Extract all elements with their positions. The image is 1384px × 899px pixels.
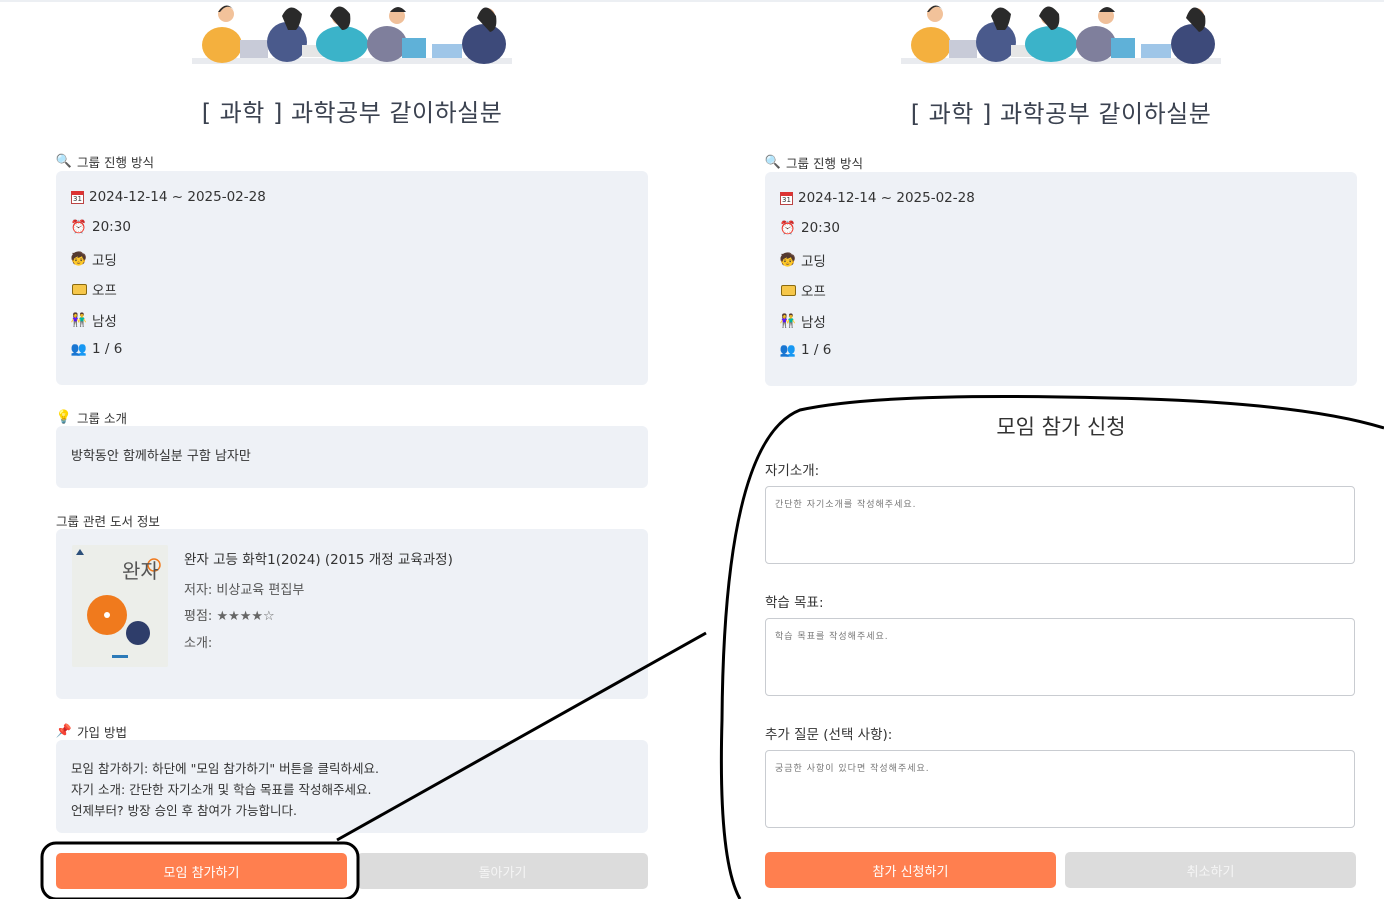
group-title: [ 과학 ] 과학공부 같이하실분	[201, 99, 503, 127]
date-value: 2024-12-14 ~ 2025-02-28	[89, 189, 266, 205]
submit-application-button[interactable]: 참가 신청하기	[765, 852, 1056, 888]
group-detail-panel: [ 과학 ] 과학공부 같이하실분 🔍 그룹 진행 방식 31 2024-12-…	[56, 0, 648, 899]
info-gender: 👫 남성	[779, 311, 826, 332]
section-label-text: 가입 방법	[77, 725, 127, 740]
folder-icon	[71, 281, 87, 297]
time-value: 20:30	[92, 219, 131, 235]
section-label-text: 그룹 소개	[77, 411, 127, 426]
book-cover-title: 완자	[122, 559, 159, 583]
info-mode: 오프	[71, 279, 117, 299]
book-box: 완자 완자 고등 화학1(2024) (2015 개정 교육과정) 저자: 비상…	[56, 529, 648, 699]
child-face-icon: 🧒	[779, 252, 797, 268]
extra-question-label: 추가 질문 (선택 사항):	[765, 727, 893, 743]
couple-icon: 👫	[779, 313, 797, 329]
gender-value: 남성	[801, 315, 826, 331]
group-title: [ 과학 ] 과학공부 같이하실분	[910, 100, 1212, 128]
mode-value: 오프	[92, 283, 117, 299]
couple-icon: 👫	[70, 312, 88, 328]
info-level: 🧒 고딩	[779, 250, 826, 271]
calendar-icon: 31	[780, 191, 793, 205]
calendar-icon: 31	[71, 190, 84, 204]
intro-text: 방학동안 함께하실분 구함 남자만	[71, 449, 251, 464]
goal-field-label: 학습 목표:	[765, 595, 824, 611]
members-value: 1 / 6	[801, 342, 832, 358]
section-label-join: 📌 가입 방법	[56, 722, 127, 741]
magnifier-icon: 🔍	[764, 155, 782, 170]
level-value: 고딩	[92, 253, 117, 269]
magnifier-icon: 🔍	[55, 154, 73, 169]
alarm-clock-icon: ⏰	[779, 220, 797, 236]
method-info-box: 31 2024-12-14 ~ 2025-02-28 ⏰ 20:30 🧒 고딩 …	[765, 172, 1357, 386]
join-step: 모임 참가하기: 하단에 "모임 참가하기" 버튼을 클릭하세요.	[71, 761, 380, 776]
info-time: ⏰ 20:30	[780, 220, 840, 236]
alarm-clock-icon: ⏰	[70, 219, 88, 235]
people-icon: 👥	[70, 341, 88, 357]
intro-field-label: 자기소개:	[765, 463, 820, 479]
intro-box: 방학동안 함께하실분 구함 남자만	[56, 426, 648, 488]
book-rating: 평점: ★★★★☆	[184, 605, 275, 624]
join-application-panel: [ 과학 ] 과학공부 같이하실분 🔍 그룹 진행 방식 31 2024-12-…	[765, 0, 1357, 899]
lightbulb-icon: 💡	[55, 410, 73, 425]
application-form-title: 모임 참가 신청	[996, 415, 1126, 439]
book-description: 소개:	[184, 636, 213, 651]
pushpin-icon: 📌	[55, 724, 73, 739]
info-members: 👥 1 / 6	[71, 341, 122, 357]
mode-value: 오프	[801, 284, 826, 300]
book-author: 저자: 비상교육 편집부	[184, 583, 305, 598]
method-info-box: 31 2024-12-14 ~ 2025-02-28 ⏰ 20:30 🧒 고딩 …	[56, 171, 648, 385]
extra-question-textarea[interactable]: 궁금한 사항이 있다면 작성해주세요.	[765, 750, 1355, 828]
info-gender: 👫 남성	[70, 310, 117, 331]
intro-placeholder: 간단한 자기소개를 작성해주세요.	[775, 500, 917, 510]
folder-icon	[780, 282, 796, 298]
join-group-button[interactable]: 모임 참가하기	[56, 853, 347, 889]
info-time: ⏰ 20:30	[71, 219, 131, 235]
info-date: 31 2024-12-14 ~ 2025-02-28	[780, 190, 975, 206]
child-face-icon: 🧒	[70, 251, 88, 267]
section-label-text: 그룹 진행 방식	[786, 156, 863, 171]
section-label-method: 🔍 그룹 진행 방식	[765, 153, 863, 172]
section-label-book: 그룹 관련 도서 정보	[56, 511, 160, 530]
extra-placeholder: 궁금한 사항이 있다면 작성해주세요.	[775, 764, 930, 774]
join-step: 언제부터? 방장 승인 후 참여가 가능합니다.	[71, 803, 297, 818]
info-date: 31 2024-12-14 ~ 2025-02-28	[71, 189, 266, 205]
rating-label: 평점:	[184, 609, 217, 624]
join-method-box: 모임 참가하기: 하단에 "모임 참가하기" 버튼을 클릭하세요. 자기 소개:…	[56, 740, 648, 833]
study-group-illustration	[901, 5, 1221, 64]
cancel-button[interactable]: 취소하기	[1065, 852, 1356, 888]
time-value: 20:30	[801, 220, 840, 236]
intro-textarea[interactable]: 간단한 자기소개를 작성해주세요.	[765, 486, 1355, 564]
gender-value: 남성	[92, 314, 117, 330]
section-label-text: 그룹 관련 도서 정보	[56, 514, 160, 529]
rating-stars: ★★★★☆	[216, 609, 275, 624]
info-members: 👥 1 / 6	[780, 342, 831, 358]
study-group-illustration	[192, 5, 512, 64]
goal-placeholder: 학습 목표를 작성해주세요.	[775, 632, 889, 642]
date-value: 2024-12-14 ~ 2025-02-28	[798, 190, 975, 206]
goal-textarea[interactable]: 학습 목표를 작성해주세요.	[765, 618, 1355, 696]
join-step: 자기 소개: 간단한 자기소개 및 학습 목표를 작성해주세요.	[71, 782, 372, 797]
people-icon: 👥	[779, 342, 797, 358]
book-cover-image: 완자	[72, 545, 168, 667]
level-value: 고딩	[801, 254, 826, 270]
info-level: 🧒 고딩	[70, 249, 117, 270]
info-mode: 오프	[780, 280, 826, 300]
section-label-method: 🔍 그룹 진행 방식	[56, 152, 154, 171]
members-value: 1 / 6	[92, 341, 123, 357]
section-label-text: 그룹 진행 방식	[77, 155, 154, 170]
back-button[interactable]: 돌아가기	[357, 853, 648, 889]
section-label-intro: 💡 그룹 소개	[56, 408, 127, 427]
book-title: 완자 고등 화학1(2024) (2015 개정 교육과정)	[184, 552, 453, 568]
